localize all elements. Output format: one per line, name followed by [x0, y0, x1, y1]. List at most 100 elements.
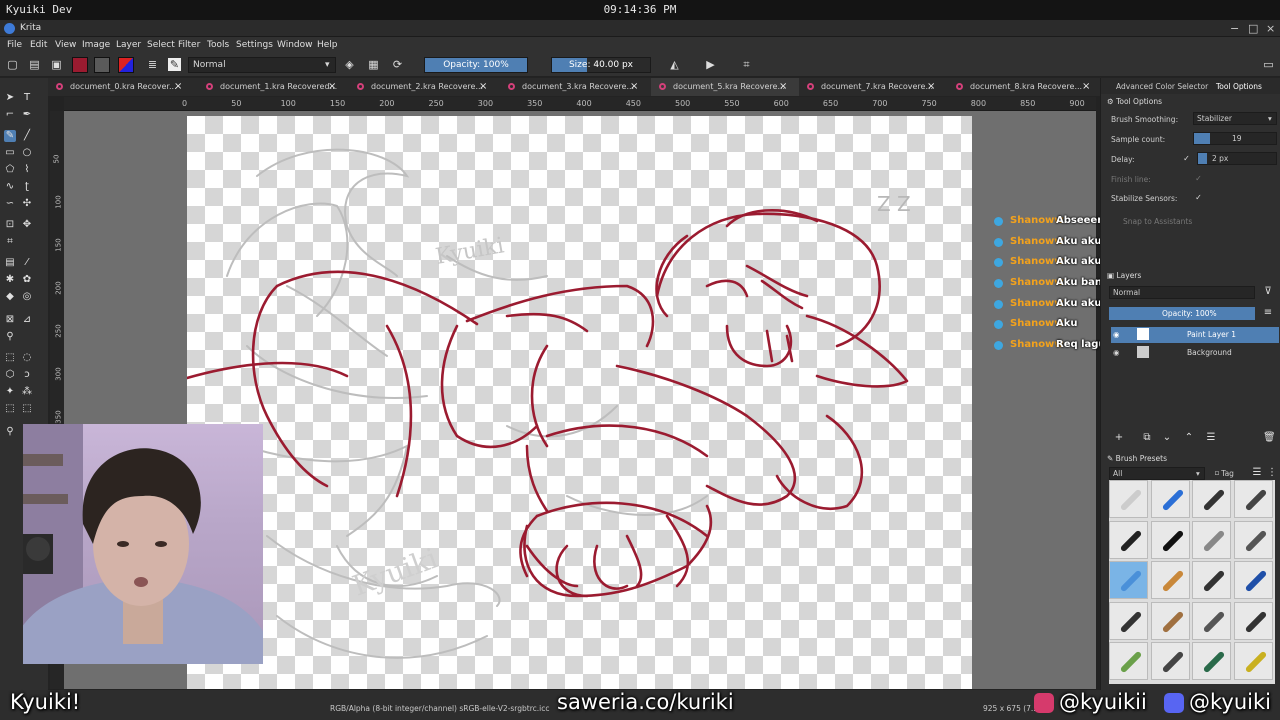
presets-filter-select[interactable]: All ▾	[1109, 467, 1205, 480]
menu-layer[interactable]: Layer	[116, 40, 141, 50]
freehand-path-icon[interactable]: ʈ	[21, 181, 33, 193]
freehand-select-icon[interactable]: ↄ	[21, 369, 33, 381]
menu-image[interactable]: Image	[82, 40, 110, 50]
ellipse-tool-icon[interactable]: ○	[21, 147, 33, 159]
crop-tool-icon[interactable]: ⌗	[4, 236, 16, 248]
maximize-icon[interactable]: □	[1248, 22, 1258, 35]
enclose-fill-icon[interactable]: ◎	[21, 291, 33, 303]
polyline-tool-icon[interactable]: ⌇	[21, 164, 33, 176]
mirror-horizontal-icon[interactable]: ◭	[668, 58, 681, 71]
eye-icon[interactable]: ◉	[1113, 348, 1120, 357]
rectangle-tool-icon[interactable]: ▭	[4, 147, 16, 159]
filter-icon[interactable]: ⊽	[1262, 286, 1274, 298]
tab-document-7[interactable]: document_7.kra Recovere... ×	[799, 78, 948, 96]
multibrush-icon[interactable]: ✣	[21, 198, 33, 210]
layer-opacity-slider[interactable]: Opacity: 100%	[1109, 307, 1255, 320]
layer-blend-select[interactable]: Normal	[1109, 286, 1255, 299]
stabilize-sensors-checkbox[interactable]: ✓	[1194, 193, 1203, 202]
tab-document-0[interactable]: document_0.kra Recover... ×	[48, 78, 198, 96]
sample-count-spinbox[interactable]: 19	[1193, 132, 1277, 145]
reload-preset-icon[interactable]: ⟳	[391, 58, 404, 71]
menu-edit[interactable]: Edit	[30, 40, 47, 50]
close-tab-icon[interactable]: ×	[927, 81, 935, 92]
assistant-tool-icon[interactable]: ⊠	[4, 314, 16, 326]
move-tool-icon[interactable]: ✥	[21, 219, 33, 231]
magnetic-select-icon[interactable]: ⬚	[21, 403, 33, 415]
measure-tool-icon[interactable]: ⊿	[21, 314, 33, 326]
fill-tool-icon[interactable]: ◆	[4, 291, 16, 303]
foreground-color-swatch[interactable]	[72, 57, 88, 73]
presets-menu-icon[interactable]: ⋮	[1266, 467, 1278, 479]
presets-view-icon[interactable]: ☰	[1251, 467, 1263, 479]
brush-preset-tile[interactable]	[1150, 601, 1190, 640]
tab-advanced-color-selector[interactable]: Advanced Color Selector	[1116, 82, 1208, 91]
brush-preset-tile[interactable]	[1150, 642, 1190, 680]
polygon-select-icon[interactable]: ⬡	[4, 369, 16, 381]
color-picker-icon[interactable]: ⁄	[21, 257, 33, 269]
eye-icon[interactable]: ◉	[1113, 330, 1120, 339]
menu-file[interactable]: File	[7, 40, 22, 50]
eraser-mode-icon[interactable]: ◈	[343, 58, 356, 71]
close-window-icon[interactable]: ×	[1266, 22, 1275, 35]
brush-preset-tile[interactable]	[1192, 520, 1231, 559]
open-document-icon[interactable]: ▤	[28, 58, 41, 71]
save-document-icon[interactable]: ▣	[50, 58, 63, 71]
close-tab-icon[interactable]: ×	[174, 81, 182, 92]
gradient-tool-icon[interactable]: ▤	[4, 257, 16, 269]
close-tab-icon[interactable]: ×	[779, 81, 787, 92]
presets-tag-button[interactable]: ⌑ Tag	[1215, 469, 1234, 478]
layer-menu-icon[interactable]: ≡	[1262, 307, 1274, 319]
close-tab-icon[interactable]: ×	[1082, 81, 1090, 92]
menu-settings[interactable]: Settings	[236, 40, 273, 50]
menu-help[interactable]: Help	[317, 40, 338, 50]
close-tab-icon[interactable]: ×	[479, 81, 487, 92]
transform-tool-icon[interactable]: ⊡	[4, 219, 16, 231]
brush-preset-tile[interactable]	[1150, 561, 1190, 599]
menu-tools[interactable]: Tools	[207, 40, 229, 50]
brush-preset-tile[interactable]	[1109, 642, 1148, 680]
brush-preset-tile[interactable]	[1192, 642, 1231, 680]
brush-preset-tile[interactable]	[1233, 480, 1273, 518]
rect-select-icon[interactable]: ⬚	[4, 352, 16, 364]
menu-window[interactable]: Window	[277, 40, 313, 50]
move-layer-up-icon[interactable]: ⌃	[1183, 432, 1195, 444]
brush-preset-icon[interactable]: ✎	[168, 58, 181, 71]
brush-preset-tile[interactable]	[1233, 561, 1273, 599]
zoom-tool-icon[interactable]: ⚲	[4, 426, 16, 438]
text-tool-icon[interactable]: T	[21, 92, 33, 104]
new-document-icon[interactable]: ▢	[6, 58, 19, 71]
edit-shapes-icon[interactable]: ⌐	[4, 109, 16, 121]
layer-row-paint-layer-1[interactable]: ◉ Paint Layer 1	[1111, 327, 1279, 343]
color-swap-icon[interactable]	[118, 57, 134, 73]
brush-preset-tile[interactable]	[1192, 480, 1231, 518]
brush-preset-tile[interactable]	[1150, 480, 1190, 518]
tab-document-3[interactable]: document_3.kra Recovere... ×	[500, 78, 651, 96]
layer-row-background[interactable]: ◉ Background	[1111, 345, 1279, 361]
brush-preset-tile[interactable]	[1109, 561, 1148, 599]
wrap-around-icon[interactable]: ⌗	[740, 58, 753, 71]
document-canvas[interactable]: Kyuiki Kyuiki Z Z	[187, 116, 972, 689]
brush-preset-tile[interactable]	[1233, 601, 1273, 640]
background-color-swatch[interactable]	[94, 57, 110, 73]
calligraphy-icon[interactable]: ✒	[21, 109, 33, 121]
smart-patch-icon[interactable]: ✱	[4, 274, 16, 286]
brush-preset-tile[interactable]	[1192, 561, 1231, 599]
tab-document-2[interactable]: document_2.kra Recovere... ×	[349, 78, 500, 96]
mirror-vertical-icon[interactable]: ▶	[704, 58, 717, 71]
dynamic-brush-icon[interactable]: ∽	[4, 198, 16, 210]
brush-smoothing-select[interactable]: Stabilizer ▾	[1193, 112, 1277, 125]
select-shapes-icon[interactable]: ➤	[4, 92, 16, 104]
menu-view[interactable]: View	[55, 40, 76, 50]
brush-preset-tile[interactable]	[1109, 520, 1148, 559]
bezier-select-icon[interactable]: ⬚	[4, 403, 16, 415]
menu-select[interactable]: Select	[147, 40, 175, 50]
brush-preset-tile[interactable]	[1109, 601, 1148, 640]
brush-preset-tile[interactable]	[1233, 520, 1273, 559]
move-layer-down-icon[interactable]: ⌄	[1161, 432, 1173, 444]
close-tab-icon[interactable]: ×	[328, 81, 336, 92]
layer-properties-icon[interactable]: ☰	[1205, 432, 1217, 444]
tab-document-1[interactable]: document_1.kra Recovered... ×	[198, 78, 349, 96]
delete-layer-icon[interactable]: 🗑	[1263, 432, 1276, 444]
contiguous-select-icon[interactable]: ✦	[4, 386, 16, 398]
blend-mode-select[interactable]: Normal ▾	[188, 57, 336, 73]
